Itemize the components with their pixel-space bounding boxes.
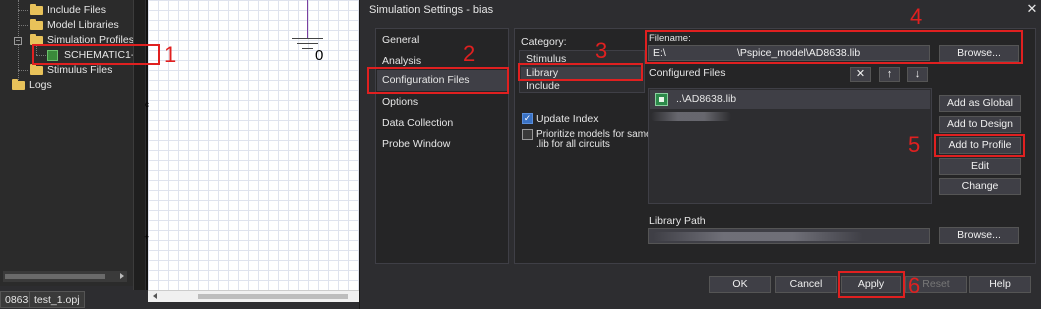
update-index-checkbox[interactable]: ✓ — [522, 113, 533, 124]
ground-net-label: 0 — [315, 47, 324, 64]
library-path-browse-button[interactable]: Browse... — [939, 227, 1019, 244]
ground-symbol[interactable] — [292, 38, 323, 39]
canvas-marker: c — [145, 100, 149, 109]
change-button[interactable]: Change — [939, 178, 1021, 195]
tab-test-1-opj[interactable]: test_1.opj — [29, 291, 85, 308]
configured-file-row[interactable]: ..\AD8638.lib — [650, 90, 930, 109]
canvas-horizontal-scrollbar[interactable] — [148, 290, 359, 302]
project-tree: Include Files Model Libraries − Simulati… — [0, 0, 137, 286]
tree-horizontal-scrollbar[interactable] — [3, 271, 127, 282]
add-as-global-button[interactable]: Add as Global — [939, 95, 1021, 112]
add-to-design-button[interactable]: Add to Design — [939, 116, 1021, 133]
dialog-title: Simulation Settings - bias — [369, 4, 494, 16]
tree-item-label: Model Libraries — [47, 19, 119, 31]
scrollbar-thumb[interactable] — [5, 274, 105, 279]
prioritize-models-checkbox[interactable] — [522, 129, 533, 140]
annotation-number-1: 1 — [164, 42, 177, 67]
canvas-footer — [148, 302, 359, 309]
annotation-box-4 — [645, 30, 1023, 64]
tree-connector — [18, 25, 28, 26]
help-button[interactable]: Help — [969, 276, 1031, 293]
tree-item-label: Include Files — [47, 4, 106, 16]
schematic-canvas[interactable] — [146, 0, 359, 290]
annotation-number-5: 5 — [908, 132, 921, 157]
scroll-right-icon[interactable] — [120, 273, 124, 279]
ground-symbol-bar — [302, 48, 313, 49]
move-up-icon[interactable]: ↑ — [879, 67, 900, 82]
tab-probe-window[interactable]: Probe Window — [377, 134, 507, 155]
library-path-input[interactable] — [648, 228, 930, 244]
library-path-label: Library Path — [649, 215, 706, 227]
blurred-entry — [651, 112, 731, 121]
update-index-label: Update Index — [536, 113, 599, 125]
tab-options[interactable]: Options — [377, 92, 507, 113]
collapse-toggle[interactable]: − — [14, 37, 22, 45]
cancel-button[interactable]: Cancel — [775, 276, 837, 293]
folder-icon — [30, 4, 43, 15]
annotation-number-3: 3 — [595, 38, 608, 63]
tab-data-collection[interactable]: Data Collection — [377, 113, 507, 134]
library-file-icon — [655, 93, 668, 106]
annotation-box-1 — [32, 44, 160, 65]
category-label: Category: — [521, 36, 567, 48]
configured-files-label: Configured Files — [649, 67, 726, 79]
configured-files-list: ..\AD8638.lib — [648, 88, 932, 204]
tree-connector — [18, 70, 28, 71]
ground-symbol-bar — [297, 43, 318, 44]
tab-general[interactable]: General — [377, 30, 507, 51]
folder-icon — [30, 64, 43, 75]
annotation-box-6 — [838, 271, 905, 298]
settings-tab-list: General Analysis Configuration Files Opt… — [375, 28, 509, 264]
scrollbar-thumb[interactable] — [198, 294, 348, 299]
folder-icon — [12, 79, 25, 90]
dialog-titlebar[interactable]: Simulation Settings - bias ✕ — [360, 0, 1041, 20]
scroll-left-icon[interactable] — [153, 293, 157, 299]
annotation-number-4: 4 — [910, 4, 923, 29]
move-down-icon[interactable]: ↓ — [907, 67, 928, 82]
annotation-box-3 — [518, 63, 643, 81]
category-item-include[interactable]: Include — [521, 80, 643, 93]
prioritize-models-label-line2: .lib for all circuits — [536, 139, 610, 150]
document-tabs: 08638 test_1.opj — [0, 290, 147, 309]
blurred-path — [653, 232, 863, 241]
annotation-box-2 — [367, 67, 509, 94]
tree-item-label: Logs — [29, 79, 52, 91]
screen: Include Files Model Libraries − Simulati… — [0, 0, 1041, 309]
delete-icon[interactable]: ✕ — [850, 67, 871, 82]
crosshair-icon: + — [144, 232, 150, 242]
configured-file-name: ..\AD8638.lib — [676, 93, 737, 105]
tree-item-label: Stimulus Files — [47, 64, 113, 76]
close-icon[interactable]: ✕ — [1024, 1, 1040, 17]
annotation-box-5 — [934, 134, 1025, 157]
ground-wire[interactable] — [307, 0, 308, 38]
folder-icon — [30, 19, 43, 30]
ok-button[interactable]: OK — [709, 276, 771, 293]
annotation-number-2: 2 — [463, 41, 476, 66]
annotation-number-6: 6 — [908, 273, 921, 298]
tree-connector — [18, 10, 28, 11]
edit-button[interactable]: Edit — [939, 158, 1021, 175]
